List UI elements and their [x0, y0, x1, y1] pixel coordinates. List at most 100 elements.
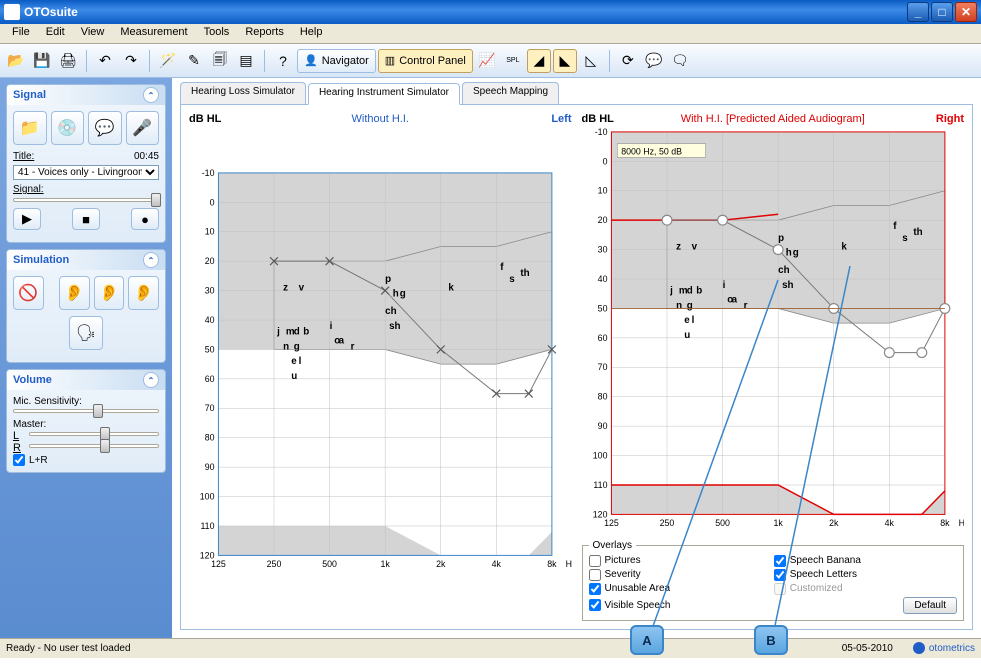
- svg-text:g: g: [792, 247, 798, 258]
- r-slider[interactable]: [29, 444, 159, 448]
- chk-speech-letters[interactable]: Speech Letters: [774, 569, 957, 581]
- svg-text:e: e: [291, 356, 297, 367]
- svg-text:125: 125: [211, 559, 226, 569]
- overlay-icon-1[interactable]: ◢: [527, 49, 551, 73]
- toolbar: 📂 💾 🖨 ↶ ↷ 🪄 ✎ 🗐 ▤ ? 👤Navigator ▥Control …: [0, 44, 981, 78]
- menu-edit[interactable]: Edit: [38, 24, 73, 43]
- play-button[interactable]: ▶: [13, 208, 41, 230]
- svg-text:8000 Hz, 50 dB: 8000 Hz, 50 dB: [621, 146, 682, 156]
- chart-icon-1[interactable]: 📈: [475, 49, 499, 73]
- sim-leftear-button[interactable]: 👂: [59, 276, 90, 310]
- signal-slider[interactable]: [13, 198, 159, 202]
- title-combo[interactable]: 41 - Voices only - Livingroom: [13, 165, 159, 180]
- svg-text:u: u: [684, 330, 690, 341]
- tab-hearing-loss-sim[interactable]: Hearing Loss Simulator: [180, 82, 306, 104]
- right-audiogram[interactable]: -100102030405060708090100110120125250500…: [582, 127, 965, 539]
- tab-speech-mapping[interactable]: Speech Mapping: [462, 82, 559, 104]
- svg-text:2k: 2k: [436, 559, 446, 569]
- default-button[interactable]: Default: [903, 597, 957, 614]
- signal-cd-button[interactable]: 💿: [51, 111, 85, 145]
- l-slider[interactable]: [29, 432, 159, 436]
- chart-icon-spl[interactable]: SPL: [501, 49, 525, 73]
- svg-text:v: v: [299, 283, 305, 294]
- svg-text:n: n: [676, 300, 682, 311]
- collapse-icon[interactable]: ⌃: [143, 87, 159, 103]
- simulation-panel-title: Simulation: [13, 254, 69, 266]
- control-panel-button[interactable]: ▥Control Panel: [378, 49, 473, 73]
- svg-text:r: r: [743, 300, 747, 311]
- edit-icon[interactable]: ✎: [182, 49, 206, 73]
- minimize-button[interactable]: _: [907, 2, 929, 22]
- menu-tools[interactable]: Tools: [196, 24, 238, 43]
- svg-text:th: th: [520, 268, 529, 279]
- menu-help[interactable]: Help: [292, 24, 331, 43]
- view1-icon[interactable]: ▤: [234, 49, 258, 73]
- svg-text:g: g: [400, 288, 406, 299]
- navigator-button[interactable]: 👤Navigator: [297, 49, 376, 73]
- svg-text:250: 250: [267, 559, 282, 569]
- speech2-icon[interactable]: 🗨: [668, 49, 692, 73]
- mic-slider[interactable]: [13, 409, 159, 413]
- close-button[interactable]: ✕: [955, 2, 977, 22]
- lr-checkbox[interactable]: L+R: [13, 454, 159, 466]
- sim-bothear-button[interactable]: 👂: [94, 276, 125, 310]
- svg-text:p: p: [778, 233, 784, 244]
- signal-mic-button[interactable]: 🎤: [126, 111, 160, 145]
- svg-text:125: 125: [604, 518, 619, 528]
- stop-button[interactable]: ■: [72, 208, 100, 230]
- tabstrip: Hearing Loss Simulator Hearing Instrumen…: [180, 82, 973, 104]
- tab-hearing-instrument-sim[interactable]: Hearing Instrument Simulator: [308, 83, 460, 105]
- record-button[interactable]: ●: [131, 208, 159, 230]
- svg-text:8k: 8k: [547, 559, 557, 569]
- speech-icon[interactable]: 💬: [642, 49, 666, 73]
- redo-icon[interactable]: ↷: [119, 49, 143, 73]
- chk-unusable-area[interactable]: Unusable Area: [589, 583, 772, 595]
- right-chart-ytitle: dB HL: [582, 113, 622, 125]
- right-chart-title: With H.I. [Predicted Aided Audiogram]: [622, 113, 925, 125]
- chk-visible-speech[interactable]: Visible Speech: [589, 597, 772, 614]
- svg-text:k: k: [841, 242, 847, 253]
- wizard-icon[interactable]: 🪄: [156, 49, 180, 73]
- left-audiogram[interactable]: -100102030405060708090100110120125250500…: [189, 127, 572, 621]
- sim-noear-button[interactable]: 🚫: [13, 276, 44, 310]
- overlay-icon-2[interactable]: ◣: [553, 49, 577, 73]
- duration-value: 00:45: [134, 151, 159, 162]
- title-label: Title:: [13, 151, 134, 162]
- chk-speech-banana[interactable]: Speech Banana: [774, 555, 957, 567]
- left-chart-ytitle: dB HL: [189, 113, 229, 125]
- sim-speak-button[interactable]: 🗣: [69, 316, 103, 350]
- status-text: Ready - No user test loaded: [6, 643, 131, 654]
- svg-text:a: a: [731, 295, 737, 306]
- save-icon[interactable]: 💾: [30, 49, 54, 73]
- chk-severity[interactable]: Severity: [589, 569, 772, 581]
- copy-icon[interactable]: 🗐: [208, 49, 232, 73]
- svg-text:sh: sh: [389, 321, 400, 332]
- svg-text:v: v: [691, 242, 697, 253]
- undo-icon[interactable]: ↶: [93, 49, 117, 73]
- menu-reports[interactable]: Reports: [237, 24, 292, 43]
- menu-view[interactable]: View: [73, 24, 113, 43]
- refresh-icon[interactable]: ⟳: [616, 49, 640, 73]
- svg-text:60: 60: [205, 374, 215, 384]
- svg-text:30: 30: [597, 245, 607, 255]
- collapse-icon[interactable]: ⌃: [143, 252, 159, 268]
- sim-rightear-button[interactable]: 👂: [128, 276, 159, 310]
- open-icon[interactable]: 📂: [4, 49, 28, 73]
- collapse-icon[interactable]: ⌃: [143, 372, 159, 388]
- simulation-panel: Simulation ⌃ 🚫 👂 👂 👂 🗣: [6, 249, 166, 363]
- menu-measurement[interactable]: Measurement: [112, 24, 195, 43]
- signal-label: Signal:: [13, 184, 159, 195]
- help-icon[interactable]: ?: [271, 49, 295, 73]
- svg-text:10: 10: [205, 227, 215, 237]
- svg-text:u: u: [291, 371, 297, 382]
- svg-text:4k: 4k: [492, 559, 502, 569]
- signal-speech-button[interactable]: 💬: [88, 111, 122, 145]
- maximize-button[interactable]: □: [931, 2, 953, 22]
- print-icon[interactable]: 🖨: [56, 49, 80, 73]
- overlay-icon-3[interactable]: ◺: [579, 49, 603, 73]
- chk-pictures[interactable]: Pictures: [589, 555, 772, 567]
- svg-text:50: 50: [597, 303, 607, 313]
- svg-text:j: j: [276, 327, 280, 338]
- signal-folder-button[interactable]: 📁: [13, 111, 47, 145]
- menu-file[interactable]: File: [4, 24, 38, 43]
